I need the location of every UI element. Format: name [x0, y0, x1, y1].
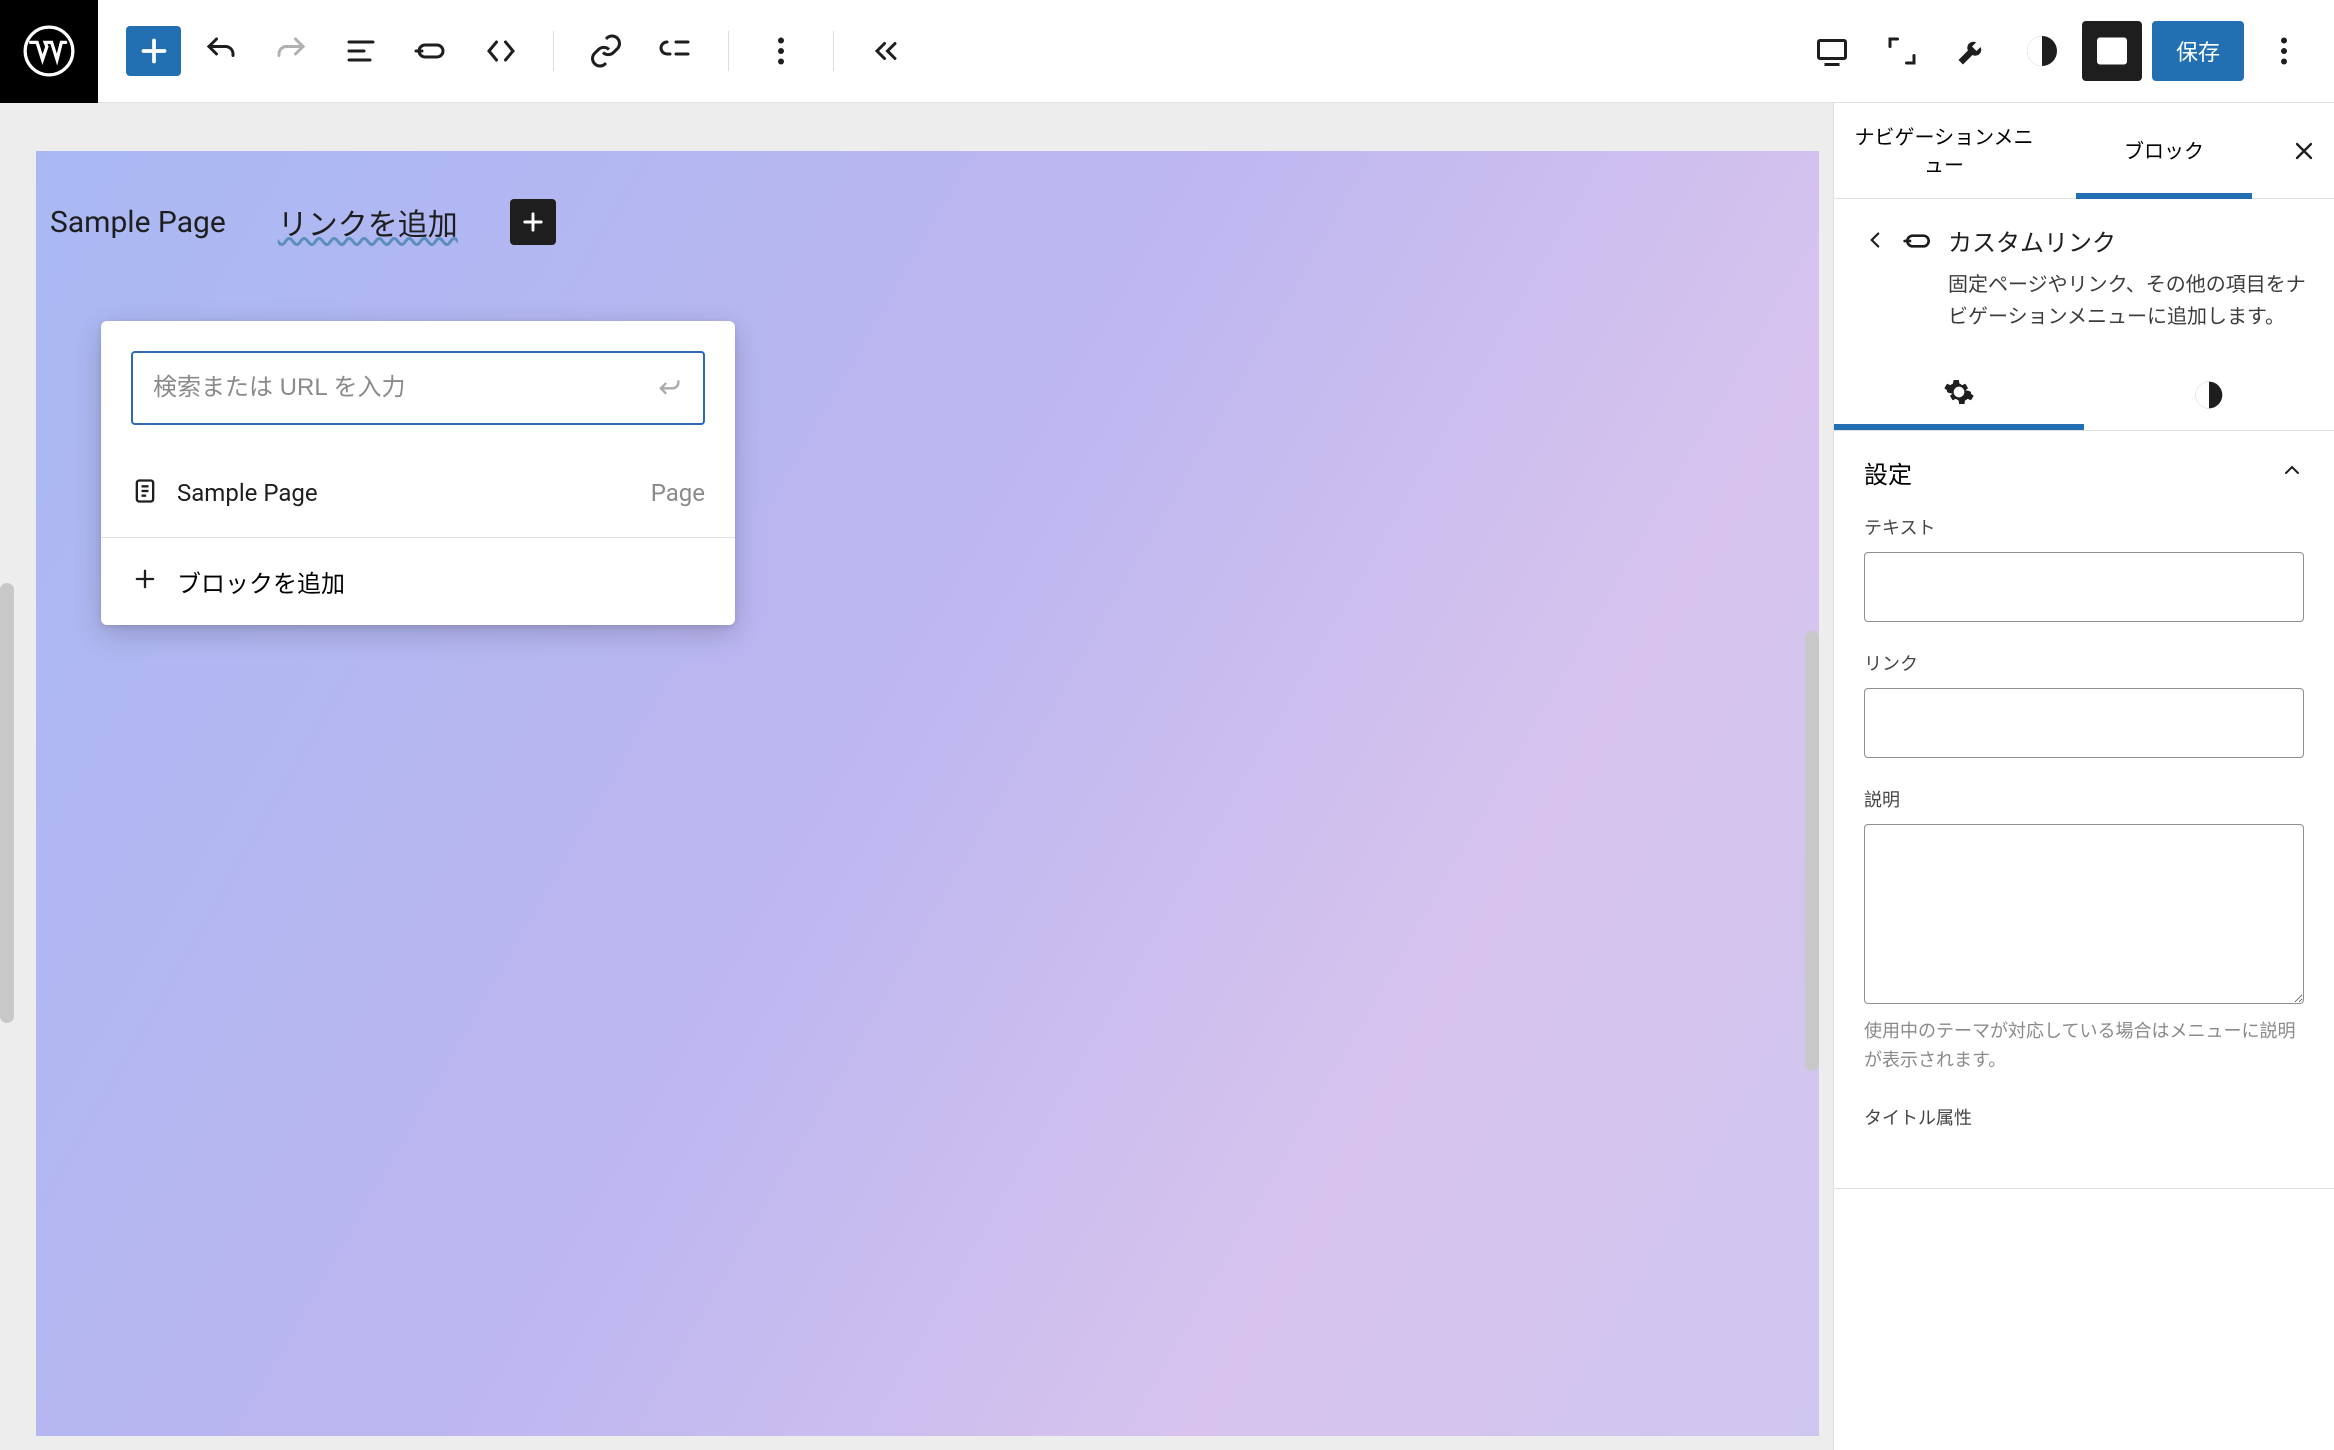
- settings-sidebar-button[interactable]: [2082, 21, 2142, 81]
- link-search-input[interactable]: [153, 374, 655, 402]
- sub-tab-styles[interactable]: [2084, 360, 2334, 430]
- toolbar-divider: [553, 31, 554, 71]
- top-toolbar: 保存: [0, 0, 2334, 103]
- sidebar-tabs: ナビゲーションメニュー ブロック: [1834, 103, 2334, 199]
- desc-field-input[interactable]: [1864, 824, 2304, 1004]
- back-icon[interactable]: [1862, 227, 1888, 257]
- link-popover: Sample Page Page ブロックを追加: [101, 321, 735, 625]
- text-field-input[interactable]: [1864, 552, 2304, 622]
- save-button[interactable]: 保存: [2152, 21, 2244, 81]
- tab-nav-menu[interactable]: ナビゲーションメニュー: [1834, 103, 2054, 198]
- link-suggestion-item[interactable]: Sample Page Page: [101, 455, 735, 538]
- editor-canvas-area: Sample Page リンクを追加: [0, 103, 1833, 1450]
- suggestion-type: Page: [651, 479, 705, 507]
- nav-item-sample-page[interactable]: Sample Page: [50, 205, 226, 240]
- add-block-button[interactable]: [126, 26, 181, 76]
- custom-link-icon: [1902, 225, 1934, 261]
- toolbar-divider: [728, 31, 729, 71]
- add-block-label: ブロックを追加: [177, 564, 345, 599]
- custom-link-block-icon[interactable]: [401, 21, 461, 81]
- wp-logo[interactable]: [0, 0, 98, 103]
- link-add-block-button[interactable]: ブロックを追加: [101, 538, 735, 625]
- scrollbar[interactable]: [1805, 631, 1819, 1071]
- nav-item-add-link[interactable]: リンクを追加: [278, 200, 458, 244]
- navigation-block: Sample Page リンクを追加: [36, 151, 1819, 245]
- editor-canvas[interactable]: Sample Page リンクを追加: [36, 151, 1819, 1436]
- more-options-button[interactable]: [2254, 21, 2314, 81]
- plus-icon: [131, 565, 159, 599]
- chevron-up-icon: [2280, 458, 2304, 488]
- title-attr-label: タイトル属性: [1864, 1104, 2304, 1130]
- block-header: カスタムリンク 固定ページやリンク、その他の項目をナビゲーションメニューに追加し…: [1834, 199, 2334, 360]
- block-title: カスタムリンク: [1948, 223, 2306, 258]
- suggestion-title: Sample Page: [177, 479, 633, 507]
- move-block-button[interactable]: [471, 21, 531, 81]
- submenu-button[interactable]: [646, 21, 706, 81]
- link-button[interactable]: [576, 21, 636, 81]
- desc-field-label: 説明: [1864, 786, 2304, 812]
- link-field-input[interactable]: [1864, 688, 2304, 758]
- link-field-label: リンク: [1864, 650, 2304, 676]
- settings-sidebar: ナビゲーションメニュー ブロック カスタムリンク 固定ページやリンク、その他の項…: [1833, 103, 2334, 1450]
- toolbar-divider: [833, 31, 834, 71]
- desc-field-help: 使用中のテーマが対応している場合はメニューに説明が表示されます。: [1864, 1018, 2304, 1076]
- fullscreen-button[interactable]: [1872, 21, 1932, 81]
- tab-block[interactable]: ブロック: [2054, 103, 2274, 198]
- list-view-button[interactable]: [331, 21, 391, 81]
- tools-button[interactable]: [1942, 21, 2002, 81]
- undo-button[interactable]: [191, 21, 251, 81]
- text-field-label: テキスト: [1864, 514, 2304, 540]
- styles-button[interactable]: [2012, 21, 2072, 81]
- close-sidebar-button[interactable]: [2274, 103, 2334, 198]
- nav-add-block-button[interactable]: [510, 199, 556, 245]
- collapse-toolbar-button[interactable]: [856, 21, 916, 81]
- settings-panel-header[interactable]: 設定: [1834, 431, 2334, 514]
- submit-link-icon[interactable]: [655, 372, 683, 404]
- redo-button[interactable]: [261, 21, 321, 81]
- link-search-field[interactable]: [131, 351, 705, 425]
- sub-tab-settings[interactable]: [1834, 360, 2084, 430]
- scrollbar[interactable]: [0, 583, 14, 1023]
- settings-panel: 設定 テキスト リンク 説明 使用中のテーマが対応している場合はメニューに説明: [1834, 431, 2334, 1189]
- desktop-view-button[interactable]: [1802, 21, 1862, 81]
- block-desc: 固定ページやリンク、その他の項目をナビゲーションメニューに追加します。: [1948, 268, 2306, 332]
- block-options-button[interactable]: [751, 21, 811, 81]
- page-icon: [131, 477, 159, 509]
- block-sub-tabs: [1834, 360, 2334, 431]
